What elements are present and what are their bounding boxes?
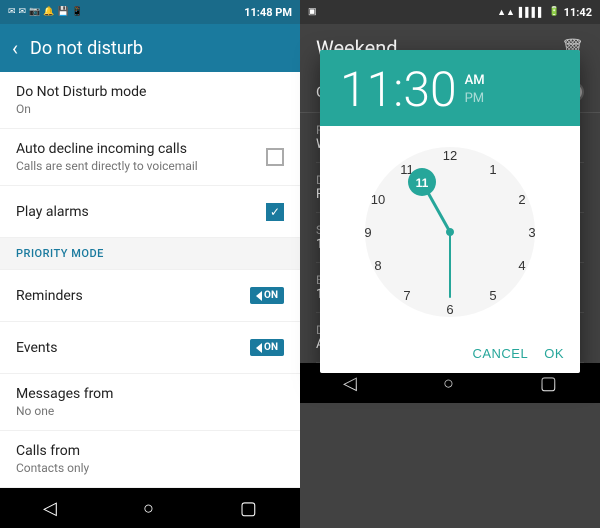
nav-back-right[interactable]: ◁: [343, 373, 357, 394]
svg-text:10: 10: [371, 192, 385, 207]
messages-from-label: Messages from: [16, 386, 284, 402]
svg-text:6: 6: [446, 302, 453, 317]
battery-icon: 🔋: [548, 7, 559, 17]
status-bar-right: ▣ ▲▲ ▌▌▌▌ 🔋 11:42: [300, 0, 600, 24]
status-icons-left: ✉ ✉ 📷 🔔 💾 📱: [8, 7, 83, 17]
back-button[interactable]: ‹: [12, 36, 18, 60]
events-label: Events: [16, 340, 250, 356]
clock-svg: 12 1 2 3 4 5 6 7 8: [360, 142, 540, 322]
svg-text:8: 8: [374, 258, 381, 273]
envelope-icon: ✉: [8, 7, 16, 17]
sim-icon: ▣: [308, 7, 317, 17]
setting-auto-decline[interactable]: Auto decline incoming calls Calls are se…: [0, 129, 300, 186]
events-toggle[interactable]: ON: [250, 339, 284, 356]
svg-text:1: 1: [489, 162, 496, 177]
auto-decline-checkbox[interactable]: [266, 148, 284, 166]
wifi-icon: ▲▲: [497, 7, 515, 18]
svg-text:3: 3: [528, 225, 535, 240]
setting-messages-from[interactable]: Messages from No one: [0, 374, 300, 431]
pm-option[interactable]: PM: [465, 90, 485, 108]
bell-icon: 🔔: [43, 7, 54, 17]
setting-play-alarms[interactable]: Play alarms ✓: [0, 186, 300, 238]
nav-recent-right[interactable]: ▢: [540, 373, 557, 394]
svg-text:7: 7: [403, 288, 410, 303]
status-time-left: 11:48 PM: [244, 6, 292, 19]
clock-time-display: 11:30: [340, 66, 457, 114]
am-option[interactable]: AM: [465, 72, 485, 90]
toolbar: ‹ Do not disturb: [0, 24, 300, 72]
mail-icon: ✉: [19, 7, 27, 17]
play-alarms-checkbox[interactable]: ✓: [266, 203, 284, 221]
svg-text:5: 5: [489, 288, 496, 303]
priority-mode-label: PRIORITY MODE: [16, 247, 104, 260]
setting-calls-from[interactable]: Calls from Contacts only: [0, 431, 300, 488]
clock-face[interactable]: 12 1 2 3 4 5 6 7 8: [360, 142, 540, 322]
nav-recent-left[interactable]: ▢: [240, 498, 257, 519]
clock-header: 11:30 AM PM: [320, 50, 580, 126]
nav-home-right[interactable]: ○: [443, 373, 454, 394]
svg-text:9: 9: [364, 225, 371, 240]
clock-hour[interactable]: 11: [340, 61, 393, 118]
reminders-label: Reminders: [16, 288, 250, 304]
camera-icon: 📷: [29, 7, 40, 17]
auto-decline-sublabel: Calls are sent directly to voicemail: [16, 159, 266, 173]
clock-dialog: 11:30 AM PM 12 1 2: [320, 50, 580, 373]
play-alarms-label: Play alarms: [16, 204, 266, 220]
settings-list: Do Not Disturb mode On Auto decline inco…: [0, 72, 300, 488]
svg-text:4: 4: [518, 258, 525, 273]
signal-icon: ▌▌▌▌: [519, 7, 545, 18]
setting-events[interactable]: Events ON: [0, 322, 300, 374]
dnd-mode-label: Do Not Disturb mode: [16, 84, 284, 100]
nav-home-left[interactable]: ○: [143, 498, 154, 519]
dnd-mode-value: On: [16, 102, 284, 116]
auto-decline-label: Auto decline incoming calls: [16, 141, 266, 157]
reminders-toggle[interactable]: ON: [250, 287, 284, 304]
svg-text:12: 12: [443, 148, 457, 163]
nav-back-left[interactable]: ◁: [43, 498, 57, 519]
priority-mode-header: PRIORITY MODE: [0, 238, 300, 270]
status-time-right: 11:42: [564, 6, 592, 19]
calls-from-value: Contacts only: [16, 461, 284, 475]
clock-minute[interactable]: 30: [403, 61, 456, 118]
setting-reminders[interactable]: Reminders ON: [0, 270, 300, 322]
nav-bar-left: ◁ ○ ▢: [0, 488, 300, 528]
left-panel: ✉ ✉ 📷 🔔 💾 📱 11:48 PM ‹ Do not disturb Do…: [0, 0, 300, 528]
status-bar-left: ✉ ✉ 📷 🔔 💾 📱 11:48 PM: [0, 0, 300, 24]
svg-text:2: 2: [518, 192, 525, 207]
calls-from-label: Calls from: [16, 443, 284, 459]
clock-face-container: 12 1 2 3 4 5 6 7 8: [320, 126, 580, 338]
cancel-button[interactable]: CANCEL: [472, 346, 528, 361]
setting-dnd-mode[interactable]: Do Not Disturb mode On: [0, 72, 300, 129]
toolbar-title: Do not disturb: [30, 38, 143, 59]
phone-icon: 📱: [72, 7, 83, 17]
clock-actions: CANCEL OK: [320, 338, 580, 373]
clock-ampm: AM PM: [465, 72, 485, 108]
sd-icon: 💾: [58, 7, 69, 17]
svg-text:11: 11: [416, 176, 429, 190]
ok-button[interactable]: OK: [544, 346, 564, 361]
clock-colon: :: [393, 61, 403, 118]
messages-from-value: No one: [16, 404, 284, 418]
right-panel: ▣ ▲▲ ▌▌▌▌ 🔋 11:42 Weekend 🗑 Off Rule nam…: [300, 0, 600, 528]
